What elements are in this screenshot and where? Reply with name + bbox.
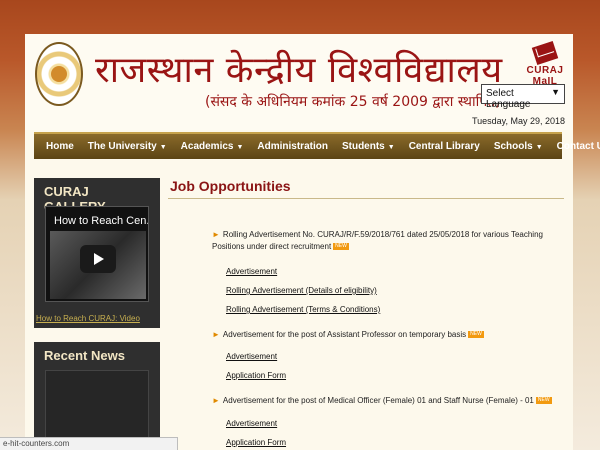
arrow-right-icon: ► (212, 330, 220, 339)
chevron-down-icon: ▼ (551, 87, 560, 97)
site-header: राजस्थान केन्द्रीय विश्वविद्यालय (संसद क… (25, 34, 573, 130)
job-description: Rolling Advertisement No. CURAJ/R/F.59/2… (212, 230, 543, 251)
chevron-down-icon: ▼ (387, 144, 395, 151)
main-content: Job Opportunities ► Rolling Advertisement… (168, 178, 564, 447)
arrow-right-icon: ► (212, 230, 220, 239)
new-badge: NEW (535, 397, 552, 405)
advertisement-link[interactable]: Advertisement (226, 352, 277, 361)
nav-schools[interactable]: Schools ▼ (494, 141, 543, 152)
advertisement-link[interactable]: Advertisement (226, 267, 277, 276)
university-logo[interactable] (35, 42, 83, 106)
advertisement-link[interactable]: Advertisement (226, 419, 277, 428)
language-select[interactable]: Select Language ▼ (481, 84, 565, 110)
nav-the-university[interactable]: The University ▼ (88, 141, 167, 152)
nav-home[interactable]: Home (46, 141, 74, 152)
mail-icon (531, 41, 559, 65)
nav-academics[interactable]: Academics ▼ (181, 141, 244, 152)
terms-conditions-link[interactable]: Rolling Advertisement (Terms & Condition… (226, 305, 380, 314)
new-badge: NEW (468, 331, 484, 339)
title-divider (168, 198, 564, 199)
main-nav: Home The University ▼ Academics ▼ Administ… (34, 132, 600, 159)
arrow-right-icon: ► (212, 396, 220, 405)
language-select-value: Select Language (486, 88, 531, 110)
job-description: Advertisement for the post of Medical Of… (222, 396, 534, 405)
application-form-link[interactable]: Application Form (226, 438, 286, 447)
job-item: ► Rolling Advertisement No. CURAJ/R/F.59/… (168, 229, 564, 253)
job-item: ► Advertisement for the post of Medical O… (168, 395, 564, 407)
nav-students[interactable]: Students ▼ (342, 141, 395, 152)
job-item: ► Advertisement for the post of Assistant… (168, 329, 564, 341)
recent-news-title: Recent News (44, 348, 125, 363)
video-link[interactable]: How to Reach CURAJ: Video (36, 314, 140, 323)
page-container: राजस्थान केन्द्रीय विश्वविद्यालय (संसद क… (25, 34, 600, 450)
page-title: Job Opportunities (170, 178, 291, 194)
chevron-down-icon: ▼ (535, 144, 543, 151)
university-subtitle: (संसद के अधिनियम कमांक 25 वर्ष 2009 द्वा… (205, 94, 501, 110)
application-form-link[interactable]: Application Form (226, 371, 286, 380)
university-title: राजस्थान केन्द्रीय विश्वविद्यालय (95, 50, 503, 91)
chevron-down-icon: ▼ (236, 144, 244, 151)
nav-administration[interactable]: Administration (257, 141, 328, 152)
curaj-mail-link[interactable]: CURAJ MaIL (517, 41, 573, 87)
nav-central-library[interactable]: Central Library (409, 141, 480, 152)
chevron-down-icon: ▼ (159, 144, 167, 151)
job-description: Advertisement for the post of Assistant … (222, 330, 467, 339)
gallery-panel: CURAJ GALLERY How to Reach Cen... (34, 178, 160, 328)
current-date: Tuesday, May 29, 2018 (471, 116, 565, 126)
play-icon[interactable] (80, 245, 116, 273)
nav-contact-us[interactable]: Contact Us (557, 141, 600, 152)
recent-news-panel: Recent News (34, 342, 160, 450)
eligibility-details-link[interactable]: Rolling Advertisement (Details of eligib… (226, 286, 377, 295)
new-badge: NEW (333, 243, 349, 251)
browser-status-bar: e-hit-counters.com (0, 437, 178, 450)
video-title: How to Reach Cen... (54, 215, 149, 227)
video-thumbnail[interactable]: How to Reach Cen... (45, 206, 149, 302)
